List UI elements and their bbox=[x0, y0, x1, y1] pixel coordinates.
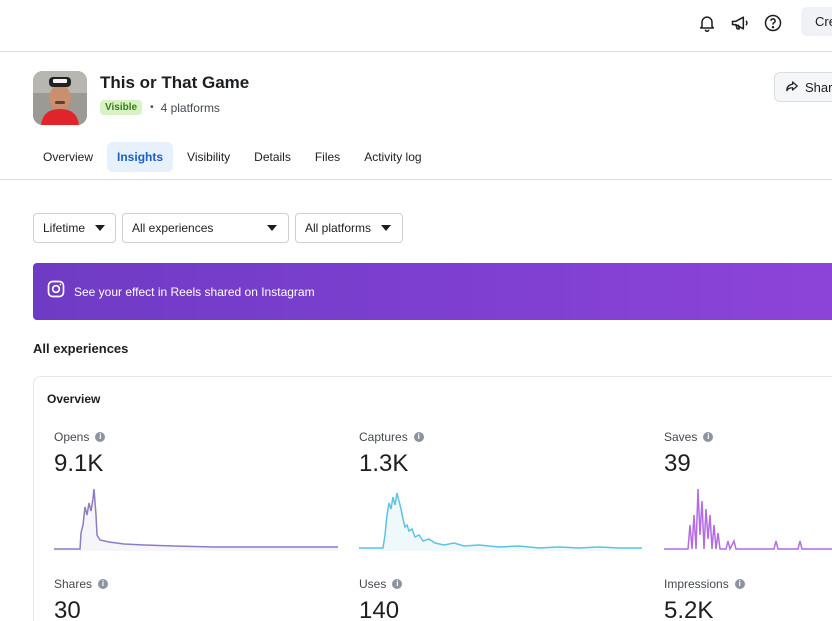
metric-value: 39 bbox=[664, 450, 691, 477]
caret-down-icon bbox=[95, 225, 105, 231]
captures-sparkline bbox=[359, 492, 642, 551]
metric-opens: Opens i 9.1K bbox=[54, 430, 106, 478]
tab-visibility[interactable]: Visibility bbox=[177, 142, 240, 172]
tab-details[interactable]: Details bbox=[244, 142, 301, 172]
info-icon[interactable]: i bbox=[95, 432, 106, 442]
metric-value: 9.1K bbox=[54, 450, 104, 477]
instagram-reels-banner[interactable]: See your effect in Reels shared on Insta… bbox=[33, 263, 832, 320]
instagram-icon bbox=[46, 279, 66, 304]
effect-title: This or That Game bbox=[100, 73, 250, 92]
separator-dot: • bbox=[150, 102, 154, 113]
tab-insights[interactable]: Insights bbox=[107, 142, 174, 172]
caret-down-icon bbox=[267, 225, 277, 231]
info-icon[interactable]: i bbox=[734, 579, 745, 589]
banner-text: See your effect in Reels shared on Insta… bbox=[74, 284, 315, 299]
opens-sparkline bbox=[54, 488, 338, 551]
tab-bar: Overview Insights Visibility Details Fil… bbox=[33, 142, 436, 172]
experience-value: All experiences bbox=[132, 221, 214, 235]
overview-card: Overview Opens i 9.1K Captures i 1.3K Sa… bbox=[33, 376, 832, 621]
share-button[interactable]: Share bbox=[774, 72, 832, 102]
info-icon[interactable]: i bbox=[98, 579, 109, 589]
metric-value: 1.3K bbox=[359, 450, 409, 477]
metric-label: Uses bbox=[359, 577, 387, 591]
create-button[interactable]: Cre bbox=[801, 7, 832, 36]
saves-sparkline bbox=[664, 488, 832, 552]
share-label: Share bbox=[805, 79, 832, 95]
metric-saves: Saves i 39 bbox=[664, 430, 714, 478]
metric-label: Shares bbox=[54, 577, 93, 591]
megaphone-icon[interactable] bbox=[729, 12, 751, 34]
metric-label: Captures bbox=[359, 430, 408, 444]
share-icon bbox=[785, 79, 799, 96]
platform-value: All platforms bbox=[305, 221, 372, 235]
metric-label: Opens bbox=[54, 430, 90, 444]
section-title: All experiences bbox=[33, 341, 129, 356]
help-icon[interactable] bbox=[762, 12, 784, 34]
platform-count: 4 platforms bbox=[160, 100, 220, 115]
time-range-value: Lifetime bbox=[43, 221, 86, 235]
platform-dropdown[interactable]: All platforms bbox=[295, 213, 403, 243]
divider bbox=[0, 179, 832, 180]
metric-captures: Captures i 1.3K bbox=[359, 430, 424, 478]
metric-label: Saves bbox=[664, 430, 698, 444]
info-icon[interactable]: i bbox=[703, 432, 714, 442]
tab-overview[interactable]: Overview bbox=[33, 142, 103, 172]
effect-thumbnail bbox=[33, 71, 87, 125]
bell-icon[interactable] bbox=[696, 12, 718, 34]
status-row: Visible • 4 platforms bbox=[100, 100, 220, 115]
metric-shares: Shares i 30 bbox=[54, 577, 109, 621]
metric-impressions: Impressions i 5.2K bbox=[664, 577, 745, 621]
metric-value: 5.2K bbox=[664, 597, 714, 621]
metric-label: Impressions bbox=[664, 577, 729, 591]
info-icon[interactable]: i bbox=[413, 432, 424, 442]
status-badge: Visible bbox=[100, 100, 143, 115]
experience-dropdown[interactable]: All experiences bbox=[122, 213, 289, 243]
top-bar: Cre bbox=[0, 0, 832, 52]
caret-down-icon bbox=[381, 225, 391, 231]
metric-value: 30 bbox=[54, 597, 81, 621]
tab-files[interactable]: Files bbox=[305, 142, 350, 172]
card-title: Overview bbox=[47, 392, 101, 406]
metric-value: 140 bbox=[359, 597, 400, 621]
info-icon[interactable]: i bbox=[392, 579, 403, 589]
metric-uses: Uses i 140 bbox=[359, 577, 403, 621]
time-range-dropdown[interactable]: Lifetime bbox=[33, 213, 116, 243]
tab-activity-log[interactable]: Activity log bbox=[354, 142, 431, 172]
